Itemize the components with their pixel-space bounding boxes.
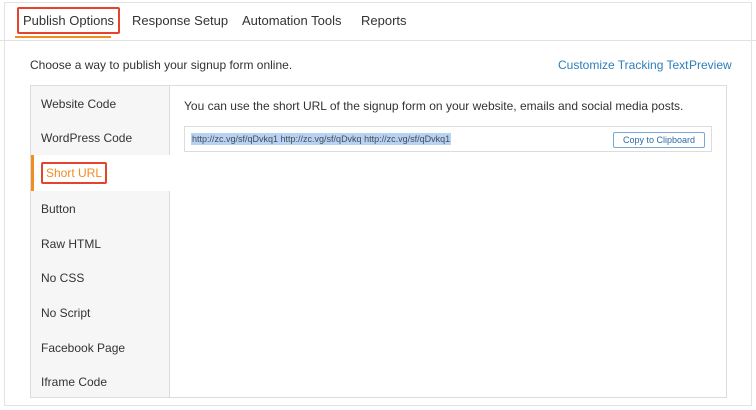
- short-url-description: You can use the short URL of the signup …: [184, 99, 684, 113]
- sidebar-item-label: No CSS: [41, 271, 85, 285]
- sidebar-item-iframe-code[interactable]: Iframe Code: [31, 365, 169, 399]
- sidebar-item-website-code[interactable]: Website Code: [31, 87, 169, 121]
- sidebar-item-facebook-page[interactable]: Facebook Page: [31, 331, 169, 365]
- sidebar-item-no-css[interactable]: No CSS: [31, 261, 169, 295]
- tab-publish-options[interactable]: Publish Options: [17, 7, 121, 34]
- intro-text: Choose a way to publish your signup form…: [30, 58, 293, 72]
- publish-panel: Website Code WordPress Code Short URL Bu…: [30, 85, 727, 398]
- tab-automation-tools[interactable]: Automation Tools: [242, 13, 342, 28]
- sidebar-item-label: Short URL: [41, 162, 108, 184]
- sidebar-item-no-script[interactable]: No Script: [31, 296, 169, 330]
- sidebar-item-label: Raw HTML: [41, 237, 102, 251]
- sidebar-item-label: Button: [41, 202, 76, 216]
- sidebar-item-label: Iframe Code: [41, 375, 108, 389]
- sidebar-item-short-url[interactable]: Short URL: [31, 155, 170, 191]
- copy-to-clipboard-button[interactable]: Copy to Clipboard: [612, 132, 705, 148]
- sidebar-item-label: Facebook Page: [41, 341, 126, 355]
- preview-link[interactable]: Preview: [689, 58, 732, 72]
- sidebar-item-label: Website Code: [41, 97, 117, 111]
- sidebar-item-label: WordPress Code: [41, 131, 133, 145]
- tab-reports[interactable]: Reports: [361, 13, 407, 28]
- sidebar-item-raw-html[interactable]: Raw HTML: [31, 227, 169, 261]
- sidebar-item-wordpress-code[interactable]: WordPress Code: [31, 121, 169, 155]
- active-tab-indicator: [15, 36, 111, 38]
- top-tabs: Publish Options Response Setup Automatio…: [0, 0, 756, 41]
- short-url-field[interactable]: http://zc.vg/sf/qDvkq1 http://zc.vg/sf/q…: [184, 126, 712, 152]
- sidebar-item-label: No Script: [41, 306, 91, 320]
- customize-tracking-text-link[interactable]: Customize Tracking Text: [558, 58, 689, 72]
- short-url-value[interactable]: http://zc.vg/sf/qDvkq1 http://zc.vg/sf/q…: [191, 133, 452, 145]
- publish-method-sidebar: Website Code WordPress Code Short URL Bu…: [31, 86, 170, 397]
- tab-response-setup[interactable]: Response Setup: [132, 13, 228, 28]
- sidebar-item-button[interactable]: Button: [31, 192, 169, 226]
